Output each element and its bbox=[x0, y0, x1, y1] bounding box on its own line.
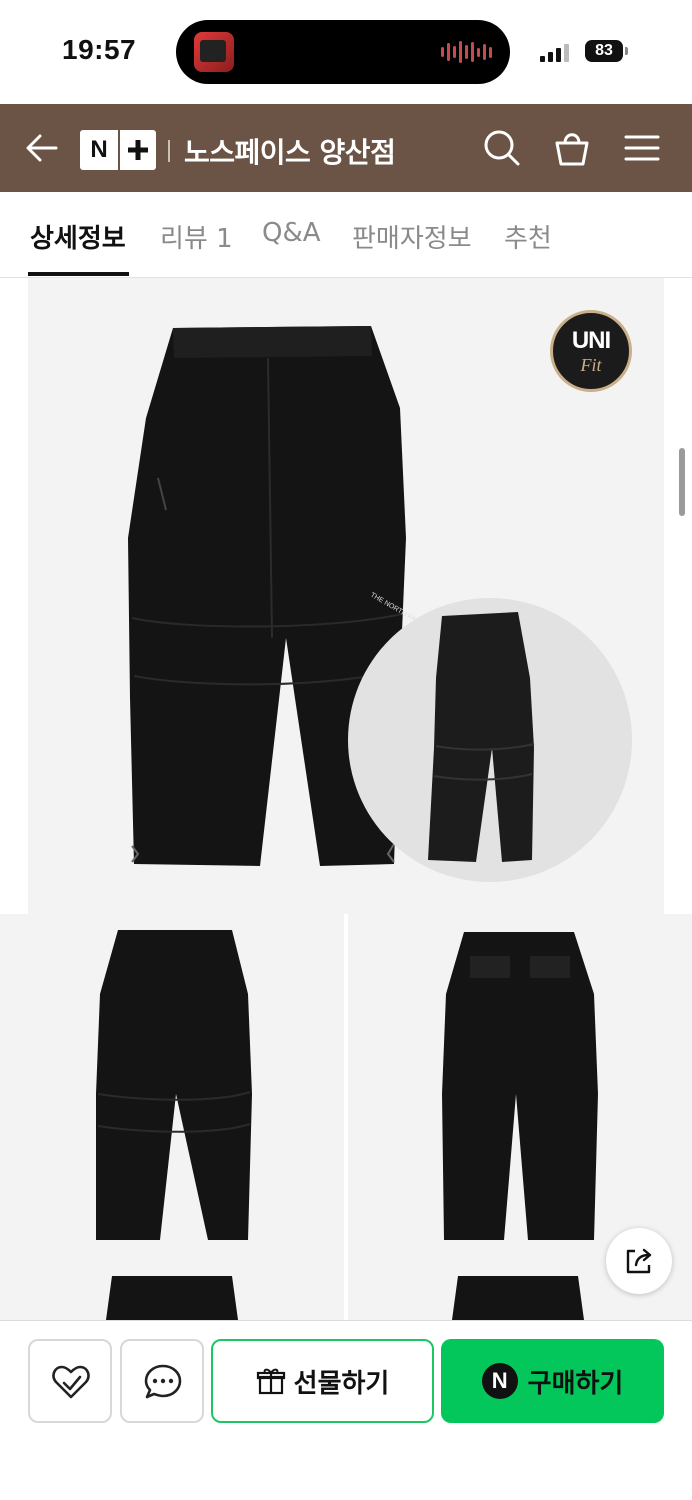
scrollbar-thumb[interactable] bbox=[679, 448, 685, 516]
share-button[interactable] bbox=[606, 1228, 672, 1294]
nplus-logo[interactable]: N bbox=[80, 130, 156, 170]
battery-icon: 83 bbox=[585, 40, 623, 62]
product-image-front-small[interactable] bbox=[0, 914, 344, 1320]
menu-button[interactable] bbox=[622, 128, 662, 168]
side-view-inset bbox=[348, 598, 632, 882]
next-row-pants-peek bbox=[106, 1276, 584, 1320]
main-product-image[interactable]: THE NORTH FACE UNI Fit bbox=[28, 278, 664, 914]
gift-button-label: 선물하기 bbox=[293, 1368, 390, 1399]
now-playing-thumbnail-icon bbox=[194, 32, 234, 72]
chat-bubble-icon bbox=[144, 1364, 182, 1399]
store-header: N 노스페이스 양산점 bbox=[0, 104, 692, 192]
search-button[interactable] bbox=[482, 128, 522, 168]
nplus-logo-n: N bbox=[90, 136, 108, 163]
status-bar: 19:57 83 bbox=[0, 0, 692, 104]
nplus-logo-plus bbox=[118, 130, 156, 170]
pants-front-small-image bbox=[96, 930, 252, 1240]
shopping-bag-icon bbox=[555, 133, 589, 166]
battery-tip bbox=[625, 47, 628, 55]
bottom-action-bar: 선물하기 N 구매하기 bbox=[0, 1320, 692, 1500]
tab-review[interactable]: 리뷰 1 bbox=[160, 218, 233, 255]
back-arrow-icon bbox=[26, 134, 58, 162]
plus-icon bbox=[128, 140, 148, 160]
cart-button[interactable] bbox=[552, 128, 592, 168]
status-time: 19:57 bbox=[62, 34, 137, 65]
wishlist-button[interactable] bbox=[28, 1339, 112, 1423]
dynamic-island[interactable] bbox=[176, 20, 510, 84]
audio-waveform-icon bbox=[441, 40, 492, 64]
tab-seller-info[interactable]: 판매자정보 bbox=[352, 218, 472, 255]
active-tab-indicator bbox=[28, 272, 129, 276]
search-icon bbox=[484, 130, 520, 166]
tab-detail[interactable]: 상세정보 bbox=[30, 218, 126, 255]
heart-check-icon bbox=[52, 1365, 90, 1399]
back-button[interactable] bbox=[22, 128, 62, 168]
tab-recommend[interactable]: 추천 bbox=[504, 218, 552, 255]
store-title[interactable]: 노스페이스 양산점 bbox=[184, 131, 396, 171]
header-divider bbox=[168, 140, 170, 162]
gift-button[interactable]: 선물하기 bbox=[211, 1339, 434, 1423]
share-icon bbox=[626, 1248, 652, 1274]
unifit-badge: UNI Fit bbox=[550, 310, 632, 392]
pants-side-image bbox=[428, 612, 535, 862]
badge-text-fit: Fit bbox=[580, 355, 602, 375]
gift-icon bbox=[256, 1368, 285, 1395]
chat-button[interactable] bbox=[120, 1339, 204, 1423]
product-page: 19:57 83 N 노스페이스 양산점 상세정보 리뷰 1 Q&A 판매자정보… bbox=[0, 0, 692, 1500]
buy-button-label: 구매하기 bbox=[527, 1368, 624, 1399]
tab-qna[interactable]: Q&A bbox=[262, 218, 321, 248]
signal-bars-icon bbox=[540, 44, 569, 62]
detail-tabs: 상세정보 리뷰 1 Q&A 판매자정보 추천 bbox=[0, 192, 692, 278]
menu-icon bbox=[624, 135, 660, 161]
badge-text-uni: UNI bbox=[571, 327, 611, 354]
naver-pay-icon: N bbox=[481, 1363, 518, 1399]
buy-button[interactable]: N 구매하기 bbox=[441, 1339, 664, 1423]
